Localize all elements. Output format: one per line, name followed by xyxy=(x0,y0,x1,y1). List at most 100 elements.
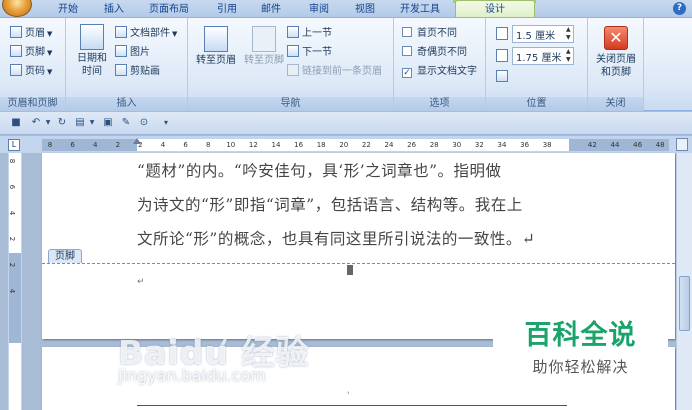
group-insert: 日期和 时间 文档部件 ▼ 图片 剪贴画 插入 xyxy=(66,18,188,111)
spinner-arrows-icon[interactable]: ▲ ▼ xyxy=(566,26,573,42)
tab-home[interactable]: 开始 xyxy=(52,2,84,17)
vruler-tick-label: 6 xyxy=(8,184,17,190)
vruler-tick-label: 2 xyxy=(8,236,17,242)
undo-icon[interactable]: ↶ xyxy=(30,117,42,129)
ruler-tick-label: 14 xyxy=(271,141,281,149)
header-icon xyxy=(10,26,22,38)
ruler-tick-label: 44 xyxy=(610,141,620,149)
ruler-tick-label: 8 xyxy=(205,141,211,149)
group-header-footer: 页眉 ▼ 页脚 ▼ 页码 ▼ 页眉和页脚 xyxy=(0,18,66,111)
previous-section-button[interactable]: 上一节 xyxy=(287,26,332,42)
picture-icon xyxy=(115,45,127,57)
tab-view[interactable]: 视图 xyxy=(349,2,381,17)
ruler-tick-label: 42 xyxy=(587,141,597,149)
tab-review[interactable]: 审阅 xyxy=(303,2,335,17)
next-section-button[interactable]: 下一节 xyxy=(287,45,332,61)
indent-marker-icon[interactable] xyxy=(133,138,141,144)
save-icon[interactable]: ■ xyxy=(10,117,22,129)
ruler-tick-label: 18 xyxy=(316,141,326,149)
ruler-tick-label: 4 xyxy=(160,141,166,149)
tab-page-layout[interactable]: 页面布局 xyxy=(143,2,195,17)
close-icon: ✕ xyxy=(604,26,628,50)
tab-insert[interactable]: 插入 xyxy=(98,2,130,17)
different-first-page-checkbox[interactable]: 首页不同 xyxy=(402,26,457,42)
ruler-tick-label: 2 xyxy=(115,141,121,149)
ribbon: 页眉 ▼ 页脚 ▼ 页码 ▼ 页眉和页脚 日期和 时间 文档部件 ▼ 图片 剪贴画 插入… xyxy=(0,17,692,111)
ruler-tick-label: 4 xyxy=(92,141,98,149)
chevron-down-icon[interactable]: ▼ xyxy=(42,117,54,129)
insert-alignment-tab-button[interactable] xyxy=(496,70,511,86)
ruler-tick-label: 12 xyxy=(248,141,258,149)
alignment-tab-icon xyxy=(496,70,508,82)
tab-developer[interactable]: 开发工具 xyxy=(393,2,447,17)
ribbon-tab-bar: 开始 插入 页面布局 引用 邮件 审阅 视图 开发工具 设计 ? xyxy=(0,0,692,17)
office-button[interactable] xyxy=(2,0,32,17)
ruler-tick-label: 20 xyxy=(339,141,349,149)
footer-label-tag: 页脚 xyxy=(48,249,82,263)
ruler-tick-label: 38 xyxy=(542,141,552,149)
group-options: 首页不同 奇偶页不同 ✓ 显示文档文字 选项 xyxy=(394,18,486,111)
body-text-line[interactable]: 为诗文的“形”即指“词章”，包括语言、结构等。我在上 xyxy=(137,193,523,215)
previous-section-icon xyxy=(287,26,299,38)
footer-from-bottom-icon xyxy=(496,49,508,62)
view-ruler-button[interactable] xyxy=(676,138,688,151)
spinner-arrows-icon[interactable]: ▲ ▼ xyxy=(566,48,573,64)
badge-title: 百科全说 xyxy=(524,320,637,351)
close-header-footer-button[interactable]: ✕ 关闭页眉 和页脚 xyxy=(590,26,642,79)
header-from-top-input[interactable] xyxy=(512,25,574,43)
group-navigation: 转至页眉 转至页脚 上一节 下一节 链接到前一条页眉 导航 xyxy=(188,18,394,111)
checkbox-empty xyxy=(402,46,412,56)
ruler-tick-label: 8 xyxy=(47,141,53,149)
quick-parts-icon xyxy=(115,26,127,38)
vruler-tick-label: 4 xyxy=(8,210,17,216)
date-time-button[interactable]: 日期和 时间 xyxy=(72,24,112,78)
baidu-url-watermark: jingyan.baidu.com xyxy=(118,366,266,385)
help-icon[interactable]: ? xyxy=(673,2,686,15)
quick-parts-button[interactable]: 文档部件 ▼ xyxy=(115,26,177,42)
ruler-tick-label: 32 xyxy=(474,141,484,149)
footer-separator xyxy=(42,263,675,264)
goto-header-button[interactable]: 转至页眉 xyxy=(193,26,239,67)
goto-footer-button[interactable]: 转至页脚 xyxy=(241,26,287,67)
vertical-ruler: 8 6 4 2 2 4 xyxy=(8,153,22,410)
footer-from-bottom-input[interactable] xyxy=(512,47,574,65)
show-document-text-checkbox[interactable]: ✓ 显示文档文字 xyxy=(402,64,477,80)
vertical-scrollbar[interactable] xyxy=(676,153,692,410)
header-position-spinner[interactable]: ▲▼ xyxy=(496,25,582,43)
ruler-tick-label: 6 xyxy=(70,141,75,149)
different-odd-even-checkbox[interactable]: 奇偶页不同 xyxy=(402,45,467,61)
body-text-line[interactable]: 文所论“形”的概念，也具有同这里所引说法的一致性。↵ xyxy=(137,227,535,249)
scrollbar-thumb[interactable] xyxy=(679,276,690,331)
customize-toolbar-icon[interactable]: ▾ xyxy=(160,117,172,129)
spelling-icon[interactable]: ✎ xyxy=(120,117,132,129)
link-to-previous-button[interactable]: 链接到前一条页眉 xyxy=(287,64,382,80)
baike-badge: 百科全说 助你轻松解决 xyxy=(493,301,668,387)
badge-subtitle: 助你轻松解决 xyxy=(532,358,629,376)
group-label-options: 选项 xyxy=(394,97,485,111)
page-number-button[interactable]: 页码 ▼ xyxy=(10,64,52,80)
draw-table-icon[interactable]: ⊙ xyxy=(138,117,150,129)
new-document-icon[interactable]: ▤ xyxy=(74,117,86,129)
redo-icon[interactable]: ↻ xyxy=(56,117,68,129)
tab-mailings[interactable]: 邮件 xyxy=(255,2,287,17)
body-text-line[interactable]: “题材”的内。“吟安佳句，具‘形’之词章也”。指明做 xyxy=(137,159,502,181)
picture-button[interactable]: 图片 xyxy=(115,45,150,61)
ruler-tick-label: 6 xyxy=(183,141,188,149)
ruler-tick-label: 28 xyxy=(429,141,439,149)
page-number-icon xyxy=(10,64,22,76)
tab-design[interactable]: 设计 xyxy=(455,0,535,17)
tab-references[interactable]: 引用 xyxy=(211,2,243,17)
ruler-tick-label: 30 xyxy=(452,141,462,149)
ruler-tick-label: 16 xyxy=(294,141,304,149)
header-button[interactable]: 页眉 ▼ xyxy=(10,26,52,42)
vruler-tick-label: 2 xyxy=(8,262,17,268)
print-preview-icon[interactable]: ▣ xyxy=(102,117,114,129)
footer-position-spinner[interactable]: ▲▼ xyxy=(496,47,582,65)
chevron-down-icon[interactable]: ▼ xyxy=(86,117,98,129)
tab-selector-icon[interactable]: L xyxy=(8,139,20,151)
group-label-header-footer: 页眉和页脚 xyxy=(0,97,65,111)
footer-button[interactable]: 页脚 ▼ xyxy=(10,45,52,61)
clip-art-button[interactable]: 剪贴画 xyxy=(115,64,160,80)
group-label-position: 位置 xyxy=(486,97,587,111)
group-position: ▲▼ ▲▼ 位置 xyxy=(486,18,588,111)
